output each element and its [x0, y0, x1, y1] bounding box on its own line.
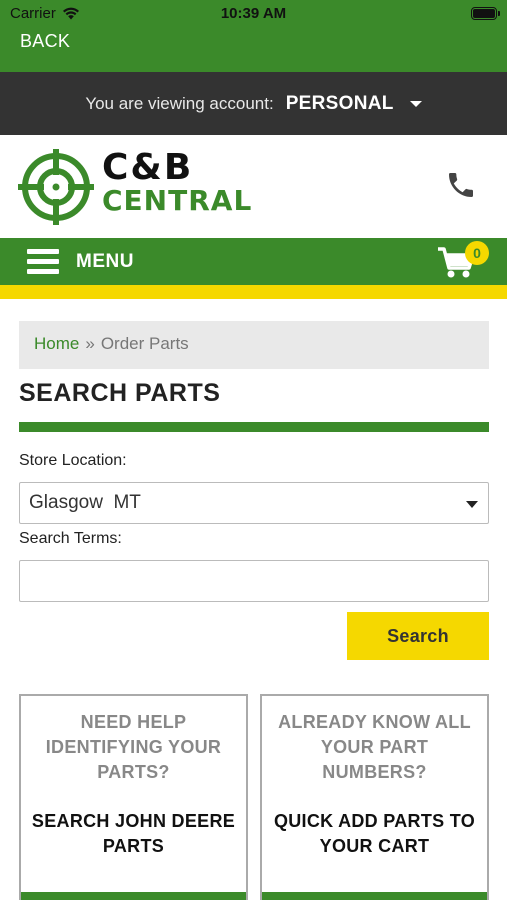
site-header: C&B CENTRAL: [0, 135, 507, 238]
battery-icon: [471, 7, 500, 20]
brand-logo[interactable]: C&B CENTRAL: [18, 147, 278, 225]
cart-count-badge: 0: [465, 241, 489, 265]
phone-icon[interactable]: [445, 167, 477, 203]
account-selector[interactable]: You are viewing account: PERSONAL: [0, 72, 507, 135]
card-footer: [21, 892, 246, 900]
accent-stripe: [0, 285, 507, 299]
back-button[interactable]: BACK: [20, 31, 70, 52]
clock: 10:39 AM: [220, 5, 287, 22]
card-action: SEARCH JOHN DEERE PARTS: [31, 811, 236, 856]
card-footer: [262, 892, 487, 900]
search-john-deere-card[interactable]: NEED HELP IDENTIFYING YOUR PARTS? SEARCH…: [19, 694, 248, 900]
menu-button[interactable]: MENU: [76, 251, 134, 273]
caret-down-icon: [409, 100, 422, 107]
search-button[interactable]: Search: [347, 612, 489, 660]
search-terms-input[interactable]: [19, 560, 489, 602]
quick-add-card[interactable]: ALREADY KNOW ALL YOUR PART NUMBERS? QUIC…: [260, 694, 489, 900]
search-terms-label: Search Terms:: [19, 530, 122, 547]
card-question: ALREADY KNOW ALL YOUR PART NUMBERS?: [278, 712, 471, 782]
card-question: NEED HELP IDENTIFYING YOUR PARTS?: [45, 712, 222, 782]
page-title: SEARCH PARTS: [19, 379, 221, 407]
account-name: PERSONAL: [285, 92, 394, 114]
breadcrumb-separator: »: [85, 334, 95, 353]
crosshair-icon: [18, 149, 94, 225]
title-divider: [19, 422, 489, 432]
breadcrumb: Home » Order Parts: [19, 321, 489, 369]
menu-bar: MENU 0: [0, 238, 507, 285]
brand-line-1: C&B: [102, 147, 194, 188]
top-bar: Carrier 10:39 AM BACK: [0, 0, 507, 72]
brand-line-2: CENTRAL: [102, 184, 253, 217]
card-action: QUICK ADD PARTS TO YOUR CART: [273, 811, 476, 856]
status-bar: Carrier 10:39 AM: [0, 0, 507, 28]
breadcrumb-home-link[interactable]: Home: [34, 334, 79, 353]
caret-down-icon: [466, 501, 478, 508]
hamburger-icon[interactable]: [27, 249, 59, 275]
store-location-select[interactable]: Glasgow MT: [19, 482, 489, 524]
store-location-label: Store Location:: [19, 452, 127, 469]
store-location-value: Glasgow MT: [29, 492, 141, 513]
breadcrumb-current: Order Parts: [100, 334, 189, 353]
account-prefix: You are viewing account:: [85, 93, 274, 113]
